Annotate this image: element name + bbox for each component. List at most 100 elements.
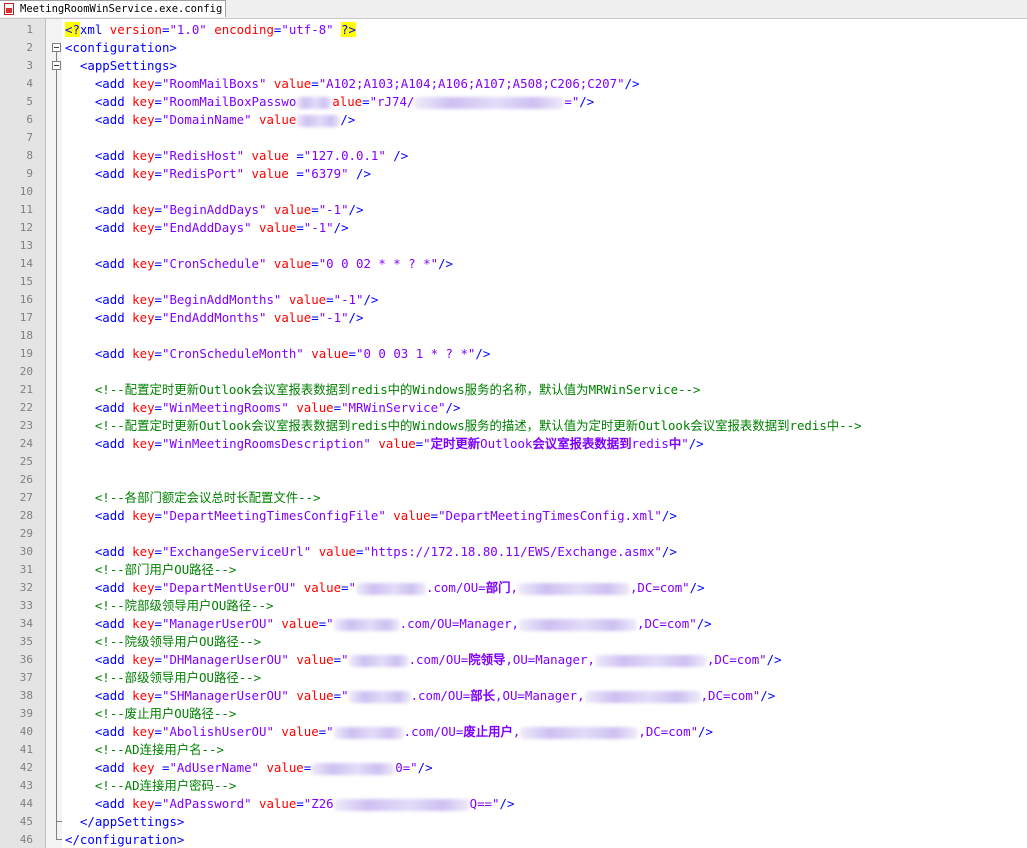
code-line[interactable]: 19 <add key="CronScheduleMonth" value="0… — [0, 345, 1027, 363]
line-number: 20 — [19, 365, 33, 378]
code-line[interactable]: 25 — [0, 453, 1027, 471]
code-line[interactable]: 11 <add key="BeginAddDays" value="-1"/> — [0, 201, 1027, 219]
fold-guide — [51, 75, 63, 93]
xml-value: "-1" — [318, 202, 349, 217]
xml-attribute: key — [132, 310, 155, 325]
code-line[interactable]: 6 <add key="DomainName" value /> — [0, 111, 1027, 129]
line-number: 46 — [19, 833, 33, 846]
code-line[interactable]: 4 <add key="RoomMailBoxs" value="A102;A1… — [0, 75, 1027, 93]
xml-value: =" — [564, 94, 580, 109]
xml-tag: = — [154, 652, 163, 667]
xml-tag: <add — [94, 688, 133, 703]
fold-toggle-icon[interactable] — [51, 39, 63, 57]
code-line[interactable]: 38 <add key="SHManagerUserOU" value=" .co… — [0, 687, 1027, 705]
code-line[interactable]: 45 </appSettings> — [0, 813, 1027, 831]
line-number: 37 — [19, 671, 33, 684]
code-line[interactable]: 23 <!--配置定时更新Outlook会议室报表数据到redis中的Windo… — [0, 417, 1027, 435]
code-line[interactable]: 5 <add key="RoomMailBoxPasswo alue="rJ74/… — [0, 93, 1027, 111]
redacted-value — [296, 96, 333, 109]
code-line[interactable]: 14 <add key="CronSchedule" value="0 0 02… — [0, 255, 1027, 273]
xml-value: ?> — [341, 22, 356, 37]
code-line[interactable]: 24 <add key="WinMeetingRoomsDescription"… — [0, 435, 1027, 453]
xml-tag: <add — [94, 112, 133, 127]
code-editor[interactable]: 1 <?xml version="1.0" encoding="utf-8" ?>… — [0, 21, 1027, 848]
xml-tag: /> — [766, 652, 782, 667]
code-line[interactable]: 15 — [0, 273, 1027, 291]
xml-tag: = — [154, 310, 163, 325]
xml-value: " — [681, 436, 689, 451]
xml-tag: /> — [579, 94, 595, 109]
code-line[interactable]: 37 <!--部级领导用户OU路径--> — [0, 669, 1027, 687]
xml-value: "RedisPort" — [162, 166, 245, 181]
xml-tag: = — [341, 580, 349, 595]
xml-attribute: value — [288, 292, 327, 307]
line-number: 3 — [26, 59, 33, 72]
xml-tag: /> — [661, 544, 677, 559]
xml-tag: = — [154, 724, 163, 739]
code-line[interactable]: 44 <add key="AdPassword" value="Z26 Q=="/… — [0, 795, 1027, 813]
line-number: 35 — [19, 635, 33, 648]
code-line[interactable]: 46 </configuration> — [0, 831, 1027, 848]
fold-guide — [51, 831, 63, 848]
code-line[interactable]: 36 <add key="DHManagerUserOU" value=" .co… — [0, 651, 1027, 669]
code-line[interactable]: 28 <add key="DepartMeetingTimesConfigFil… — [0, 507, 1027, 525]
code-line[interactable]: 41 <!--AD连接用户名--> — [0, 741, 1027, 759]
redacted-value — [333, 618, 400, 631]
code-line[interactable]: 27 <!--各部门额定会议总时长配置文件--> — [0, 489, 1027, 507]
xml-tag: /> — [385, 148, 409, 163]
xml-tag: = — [311, 202, 319, 217]
xml-attribute: value — [273, 256, 312, 271]
code-line[interactable]: 8 <add key="RedisHost" value ="127.0.0.1… — [0, 147, 1027, 165]
fold-guide — [51, 777, 63, 795]
xml-value: ,OU=Manager, — [495, 688, 585, 703]
code-line[interactable]: 20 — [0, 363, 1027, 381]
tab-config-file[interactable]: MeetingRoomWinService.exe.config — [0, 0, 226, 17]
code-line[interactable]: 22 <add key="WinMeetingRooms" value="MRW… — [0, 399, 1027, 417]
xml-attribute: key — [132, 292, 155, 307]
redacted-value — [517, 582, 630, 595]
code-line[interactable]: 39 <!--废止用户OU路径--> — [0, 705, 1027, 723]
code-line[interactable]: 13 — [0, 237, 1027, 255]
code-line[interactable]: 7 — [0, 129, 1027, 147]
code-line[interactable]: 43 <!--AD连接用户密码--> — [0, 777, 1027, 795]
redacted-value — [584, 690, 701, 703]
code-line[interactable]: 26 — [0, 471, 1027, 489]
code-line[interactable]: 9 <add key="RedisPort" value ="6379" /> — [0, 165, 1027, 183]
xml-attribute: key — [132, 616, 155, 631]
code-line[interactable]: 18 — [0, 327, 1027, 345]
code-line[interactable]: 21 <!--配置定时更新Outlook会议室报表数据到redis中的Windo… — [0, 381, 1027, 399]
code-line[interactable]: 17 <add key="EndAddMonths" value="-1"/> — [0, 309, 1027, 327]
code-line[interactable]: 32 <add key="DepartMentUserOU" value=" .c… — [0, 579, 1027, 597]
xml-value: .com/OU=Manager, — [399, 616, 519, 631]
fold-guide — [51, 489, 63, 507]
code-text: <configuration> — [65, 39, 177, 57]
xml-attribute: value — [281, 616, 319, 631]
code-line[interactable]: 33 <!--院部级领导用户OU路径--> — [0, 597, 1027, 615]
code-line[interactable]: 2 <configuration> — [0, 39, 1027, 57]
fold-toggle-icon[interactable] — [51, 57, 63, 75]
code-line[interactable]: 31 <!--部门用户OU路径--> — [0, 561, 1027, 579]
code-line[interactable]: 3 <appSettings> — [0, 57, 1027, 75]
line-number: 40 — [19, 725, 33, 738]
code-line[interactable]: 35 <!--院级领导用户OU路径--> — [0, 633, 1027, 651]
code-line[interactable]: 16 <add key="BeginAddMonths" value="-1"/… — [0, 291, 1027, 309]
code-line[interactable]: 12 <add key="EndAddDays" value="-1"/> — [0, 219, 1027, 237]
code-line[interactable]: 34 <add key="ManagerUserOU" value=" .com/… — [0, 615, 1027, 633]
code-line[interactable]: 30 <add key="ExchangeServiceUrl" value="… — [0, 543, 1027, 561]
xml-value: "DHManagerUserOU" — [162, 652, 289, 667]
xml-tag: <add — [94, 724, 133, 739]
xml-tag — [281, 292, 288, 307]
code-line[interactable]: 42 <add key ="AdUserName" value= 0="/> — [0, 759, 1027, 777]
code-line[interactable]: 1 <?xml version="1.0" encoding="utf-8" ?> — [0, 21, 1027, 39]
code-line[interactable]: 40 <add key="AbolishUserOU" value=" .com/… — [0, 723, 1027, 741]
xml-tag: = — [154, 688, 163, 703]
redacted-value — [296, 114, 341, 127]
redacted-value — [311, 762, 396, 775]
code-line[interactable]: 10 — [0, 183, 1027, 201]
fold-guide — [51, 795, 63, 813]
code-text: <?xml version="1.0" encoding="utf-8" ?> — [65, 21, 356, 39]
xml-tag: = — [154, 796, 163, 811]
xml-value: 定时更新 — [430, 436, 481, 451]
code-text: <!--部门用户OU路径--> — [65, 561, 236, 579]
code-line[interactable]: 29 — [0, 525, 1027, 543]
